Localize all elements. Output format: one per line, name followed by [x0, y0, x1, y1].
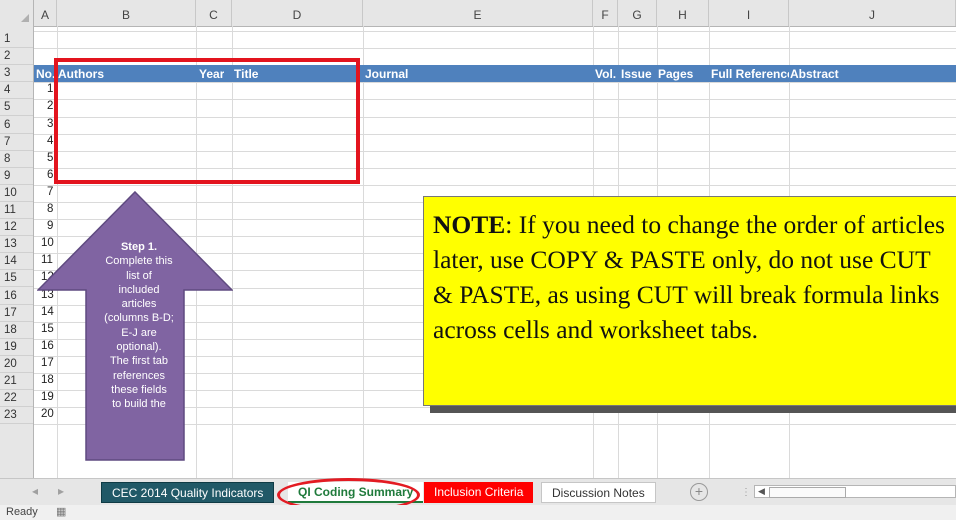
step-line: optional). [116, 341, 162, 354]
cell-a-number[interactable]: 5 [47, 152, 53, 164]
row-header-23[interactable]: 23 [0, 407, 33, 425]
column-header-i[interactable]: I [709, 0, 789, 26]
column-header-f[interactable]: F [593, 0, 618, 26]
step-line: (columns B-D; [104, 312, 174, 325]
cell-a-number[interactable]: 1 [47, 83, 53, 95]
row-header-13[interactable]: 13 [0, 236, 33, 254]
authors-year-title-highlight [54, 58, 360, 184]
row-header-17[interactable]: 17 [0, 305, 33, 322]
sheet-tab-bar: ◂ ▸ CEC 2014 Quality Indicators QI Codin… [0, 478, 956, 506]
note-label: NOTE [433, 210, 506, 239]
row-header-bar: 1 2 3 4 5 6 7 8 9 10 11 12 13 14 15 16 17 18 19 20 21 22 23 [0, 26, 34, 478]
step-title: Step 1. [120, 241, 158, 253]
header-issue: Issue [621, 67, 652, 82]
tab-split-handle-icon[interactable]: ⋮ [741, 487, 751, 498]
cell-a-number[interactable]: 2 [47, 100, 53, 112]
scrollbar-thumb[interactable] [769, 487, 846, 498]
row-header-7[interactable]: 7 [0, 134, 33, 151]
gridline-column [363, 26, 364, 478]
column-header-bar: A B C D E F G H I J [0, 0, 956, 27]
step-line: articles [121, 298, 157, 311]
row-header-2[interactable]: 2 [0, 48, 33, 66]
step-line: E-J are [121, 326, 157, 339]
step-line: included [118, 283, 160, 296]
column-header-a[interactable]: A [34, 0, 57, 26]
column-header-b[interactable]: B [57, 0, 196, 26]
row-header-12[interactable]: 12 [0, 219, 33, 237]
row-header-22[interactable]: 22 [0, 390, 33, 408]
row-header-21[interactable]: 21 [0, 373, 33, 391]
scroll-tabs-right-icon[interactable]: ▸ [58, 484, 64, 498]
row-header-8[interactable]: 8 [0, 151, 33, 168]
cell-a-number[interactable]: 6 [47, 169, 53, 181]
note-text: : If you need to change the order of art… [433, 210, 945, 344]
header-abstract: Abstract [790, 67, 839, 82]
status-ready: Ready [6, 506, 38, 518]
corner-triangle-icon [21, 14, 29, 22]
tab-cec-2014-quality-indicators[interactable]: CEC 2014 Quality Indicators [101, 482, 275, 503]
gridline-row [34, 48, 956, 50]
step-line: The first tab [109, 355, 169, 368]
row-header-9[interactable]: 9 [0, 168, 33, 185]
header-full-reference: Full Reference [711, 67, 789, 82]
gridline-row [34, 31, 956, 32]
column-header-e[interactable]: E [363, 0, 593, 26]
cell-a-number[interactable]: 3 [47, 118, 53, 130]
row-header-18[interactable]: 18 [0, 322, 33, 339]
add-sheet-icon[interactable]: + [690, 483, 708, 501]
select-all-corner[interactable] [0, 0, 34, 26]
cell-a-number[interactable]: 4 [47, 135, 53, 147]
step-instructions: Step 1. Complete this list of included a… [86, 240, 192, 412]
row-header-1[interactable]: 1 [0, 31, 33, 49]
header-journal: Journal [365, 67, 409, 82]
scroll-tabs-left-icon[interactable]: ◂ [32, 484, 38, 498]
row-header-5[interactable]: 5 [0, 99, 33, 117]
macro-record-icon[interactable]: ▦ [56, 505, 66, 518]
step-line: to build the [112, 398, 166, 411]
step-line: list of [126, 269, 152, 282]
tab-discussion-notes[interactable]: Discussion Notes [541, 482, 656, 503]
tab-inclusion-criteria[interactable]: Inclusion Criteria [424, 482, 534, 503]
row-header-6[interactable]: 6 [0, 117, 33, 134]
horizontal-scrollbar[interactable]: ◀ [754, 485, 956, 498]
status-bar: Ready ▦ [0, 505, 956, 520]
note-callout: NOTE: If you need to change the order of… [423, 196, 956, 406]
row-header-20[interactable]: 20 [0, 356, 33, 373]
column-header-d[interactable]: D [232, 0, 363, 26]
header-pages: Pages [658, 67, 694, 82]
row-header-4[interactable]: 4 [0, 82, 33, 100]
step-line: these fields [111, 383, 167, 396]
column-header-h[interactable]: H [657, 0, 709, 26]
column-header-c[interactable]: C [196, 0, 232, 26]
column-header-j[interactable]: J [789, 0, 956, 26]
header-vol: Vol. [595, 67, 617, 82]
row-header-14[interactable]: 14 [0, 253, 33, 271]
step-line: Complete this [105, 255, 173, 268]
row-header-19[interactable]: 19 [0, 339, 33, 356]
row-header-10[interactable]: 10 [0, 185, 33, 202]
row-header-3[interactable]: 3 [0, 65, 33, 83]
row-header-15[interactable]: 15 [0, 270, 33, 288]
row-header-11[interactable]: 11 [0, 202, 33, 220]
scroll-left-icon[interactable]: ◀ [758, 486, 765, 497]
row-header-16[interactable]: 16 [0, 288, 33, 305]
gridline-row [34, 184, 956, 186]
step-line: references [113, 369, 165, 382]
column-header-g[interactable]: G [618, 0, 657, 26]
